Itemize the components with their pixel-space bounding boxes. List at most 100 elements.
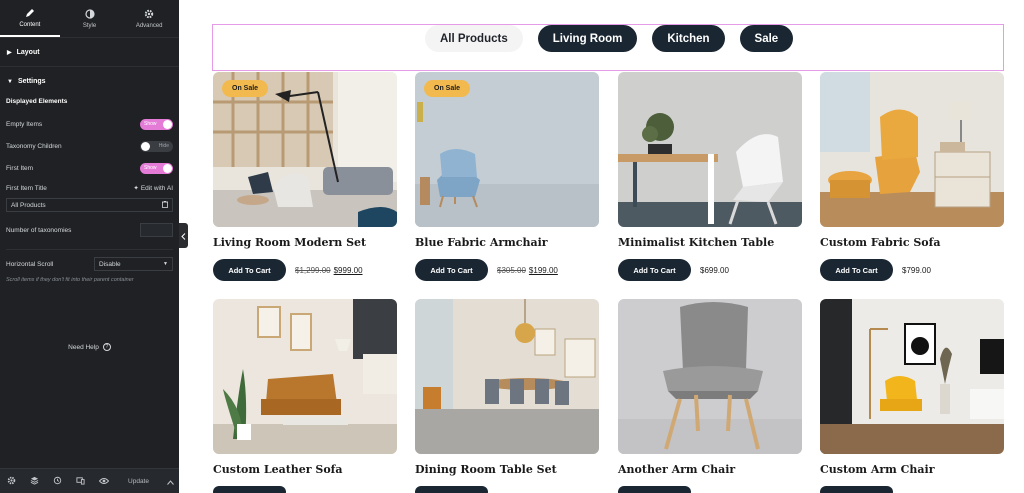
tab-content-label: Content [19, 21, 41, 28]
product-buy-row: Add To Cart $305.00 $199.00 [415, 259, 599, 281]
product-price: $1,299.00 $999.00 [295, 266, 363, 275]
chevron-up-icon [167, 472, 174, 490]
layout-section-toggle[interactable]: ▶ Layout [0, 38, 179, 67]
original-price: $305.00 [497, 265, 526, 275]
add-to-cart-button[interactable]: Add To Cart [213, 259, 286, 281]
add-to-cart-button[interactable]: Add To Cart [415, 259, 488, 281]
number-of-taxonomies-input[interactable] [140, 223, 173, 237]
panel-collapse-button[interactable] [179, 223, 188, 248]
number-of-taxonomies-row: Number of taxonomies [6, 219, 173, 241]
filter-living-room[interactable]: Living Room [537, 25, 638, 52]
product-title[interactable]: Custom Leather Sofa [213, 463, 397, 476]
product-image[interactable]: On Sale [213, 72, 397, 227]
product-title[interactable]: Another Arm Chair [618, 463, 802, 476]
first-item-row: First Item Show [6, 157, 173, 179]
update-button[interactable]: Update [115, 478, 162, 485]
responsive-mode-button[interactable] [69, 469, 92, 493]
dynamic-tags-icon[interactable] [162, 200, 168, 210]
settings-gear-button[interactable] [0, 469, 23, 493]
pencil-icon [25, 8, 35, 19]
panel-tabs: Content Style Advanced [0, 0, 179, 38]
add-to-cart-button[interactable]: Add To Cart [618, 259, 691, 281]
app-window: Content Style Advanced ▶ Layout ▼ Settin… [0, 0, 1024, 493]
toggle-knob [163, 163, 172, 173]
product-image[interactable] [618, 299, 802, 454]
add-to-cart-button[interactable]: Add To Cart [820, 259, 893, 281]
tab-style-label: Style [82, 22, 97, 29]
sparkle-icon: ✦ [133, 185, 139, 192]
first-item-title-row: First Item Title ✦ Edit with AI [6, 179, 173, 197]
toggle-text: Show [144, 164, 157, 171]
edit-with-ai-link[interactable]: ✦ Edit with AI [133, 184, 173, 193]
update-options-button[interactable] [162, 472, 179, 490]
product-price: $799.00 [902, 266, 931, 275]
tab-advanced-label: Advanced [135, 22, 163, 29]
tab-style[interactable]: Style [60, 0, 120, 37]
product-card: Dining Room Table Set [415, 299, 599, 476]
first-item-title-input[interactable]: All Products [6, 198, 173, 212]
product-image[interactable] [618, 72, 802, 227]
filter-all-products[interactable]: All Products [425, 25, 523, 52]
product-card: Another Arm Chair [618, 299, 802, 476]
horizontal-scroll-row: Horizontal Scroll Disable ▼ [6, 255, 173, 273]
add-to-cart-button[interactable] [618, 486, 691, 493]
product-title[interactable]: Custom Arm Chair [820, 463, 1004, 476]
gear-icon [7, 472, 16, 490]
settings-section-title: Settings [17, 78, 46, 85]
tab-advanced[interactable]: Advanced [119, 0, 179, 37]
editor-panel: Content Style Advanced ▶ Layout ▼ Settin… [0, 0, 179, 493]
layout-section-title: Layout [16, 48, 40, 56]
filter-kitchen[interactable]: Kitchen [652, 25, 725, 52]
product-image[interactable] [820, 299, 1004, 454]
gear-icon [144, 9, 154, 20]
first-item-title-label: First Item Title [6, 184, 47, 192]
product-title[interactable]: Living Room Modern Set [213, 236, 397, 249]
history-icon [53, 472, 62, 490]
toggle-knob [163, 119, 172, 129]
on-sale-badge: On Sale [222, 80, 269, 97]
settings-body: Displayed Elements Empty Items Show Taxo… [0, 98, 179, 283]
preview-button[interactable] [92, 469, 115, 493]
product-title[interactable]: Blue Fabric Armchair [415, 236, 599, 249]
add-to-cart-button[interactable] [415, 486, 488, 493]
taxonomy-children-row: Taxonomy Children Hide [6, 135, 173, 157]
taxonomy-children-toggle[interactable]: Hide [140, 140, 173, 152]
price-value: $799.00 [902, 265, 931, 275]
first-item-toggle[interactable]: Show [140, 162, 173, 174]
chevron-left-icon [181, 227, 186, 245]
history-button[interactable] [46, 469, 69, 493]
product-image[interactable] [415, 299, 599, 454]
horizontal-scroll-label: Horizontal Scroll [6, 260, 54, 268]
original-price: $1,299.00 [295, 265, 331, 275]
empty-items-toggle[interactable]: Show [140, 118, 173, 130]
product-image[interactable] [213, 299, 397, 454]
product-image[interactable]: On Sale [415, 72, 599, 227]
sale-price: $199.00 [528, 265, 558, 275]
product-card: Custom Leather Sofa [213, 299, 397, 476]
filter-sale[interactable]: Sale [739, 25, 794, 52]
product-title[interactable]: Custom Fabric Sofa [820, 236, 1004, 249]
product-title[interactable]: Minimalist Kitchen Table [618, 236, 802, 249]
caret-right-icon: ▶ [7, 49, 12, 56]
need-help-link[interactable]: Need Help ? [0, 343, 179, 351]
product-card: On Sale Living Room Modern Set Add To Ca… [213, 72, 397, 281]
need-help-label: Need Help [68, 343, 99, 351]
page-canvas: All Products Living Room Kitchen Sale On… [188, 0, 1024, 493]
tab-content[interactable]: Content [0, 0, 60, 37]
caret-down-icon: ▼ [7, 78, 13, 85]
product-price: $699.00 [700, 266, 729, 275]
first-item-label: First Item [6, 164, 34, 172]
settings-section-toggle[interactable]: ▼ Settings [0, 67, 179, 96]
horizontal-scroll-hint: Scroll items if they don't fit into thei… [6, 277, 134, 283]
toggle-text: Show [144, 120, 157, 127]
horizontal-scroll-value: Disable [99, 260, 121, 268]
add-to-cart-button[interactable] [820, 486, 893, 493]
navigator-button[interactable] [23, 469, 46, 493]
horizontal-scroll-select[interactable]: Disable ▼ [94, 257, 173, 271]
product-card: Custom Fabric Sofa Add To Cart $799.00 [820, 72, 1004, 281]
product-title[interactable]: Dining Room Table Set [415, 463, 599, 476]
displayed-elements-heading: Displayed Elements [6, 98, 68, 105]
empty-items-row: Empty Items Show [6, 113, 173, 135]
product-image[interactable] [820, 72, 1004, 227]
add-to-cart-button[interactable] [213, 486, 286, 493]
